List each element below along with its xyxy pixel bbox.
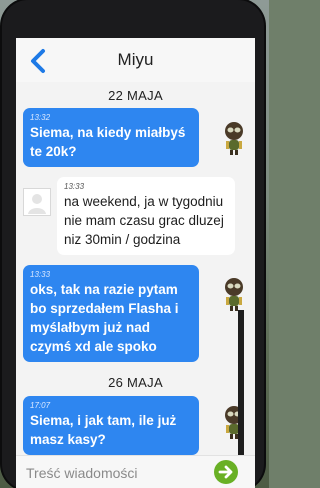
message-time: 13:32 <box>30 113 51 122</box>
message-time: 17:07 <box>30 401 51 410</box>
composer-bar <box>16 455 255 488</box>
message-bubble-incoming: 13:33 na weekend, ja w tygodniu nie mam … <box>57 177 235 255</box>
arrow-right-icon <box>218 465 233 479</box>
message-time: 13:33 <box>64 182 85 191</box>
messenger-screen: Miyu 22 MAJA 13:32 Siema, na kiedy miałb… <box>16 38 255 488</box>
date-separator: 26 MAJA <box>108 375 163 390</box>
message-bubble-outgoing: 13:32 Siema, na kiedy miałbyś te 20k? <box>23 108 199 167</box>
message-text: Siema, na kiedy miałbyś te 20k? <box>30 125 186 159</box>
message-input[interactable] <box>26 463 206 483</box>
default-avatar-icon <box>23 188 51 216</box>
phone-frame: Miyu 22 MAJA 13:32 Siema, na kiedy miałb… <box>2 0 264 488</box>
message-time: 13:33 <box>30 270 51 279</box>
chat-header: Miyu <box>16 38 255 82</box>
send-button[interactable] <box>214 460 238 484</box>
character-avatar-icon <box>225 278 243 311</box>
message-bubble-outgoing: 13:33 oks, tak na razie pytam bo sprzeda… <box>23 265 199 362</box>
contact-name: Miyu <box>117 50 154 69</box>
character-avatar-icon <box>225 122 243 155</box>
message-text: Siema, i jak tam, ile już masz kasy? <box>30 413 177 447</box>
message-text: na weekend, ja w tygodniu nie mam czasu … <box>64 194 224 247</box>
message-bubble-outgoing: 17:07 Siema, i jak tam, ile już masz kas… <box>23 396 199 455</box>
message-text: oks, tak na razie pytam bo sprzedałem Fl… <box>30 282 179 354</box>
date-separator: 22 MAJA <box>108 88 163 103</box>
